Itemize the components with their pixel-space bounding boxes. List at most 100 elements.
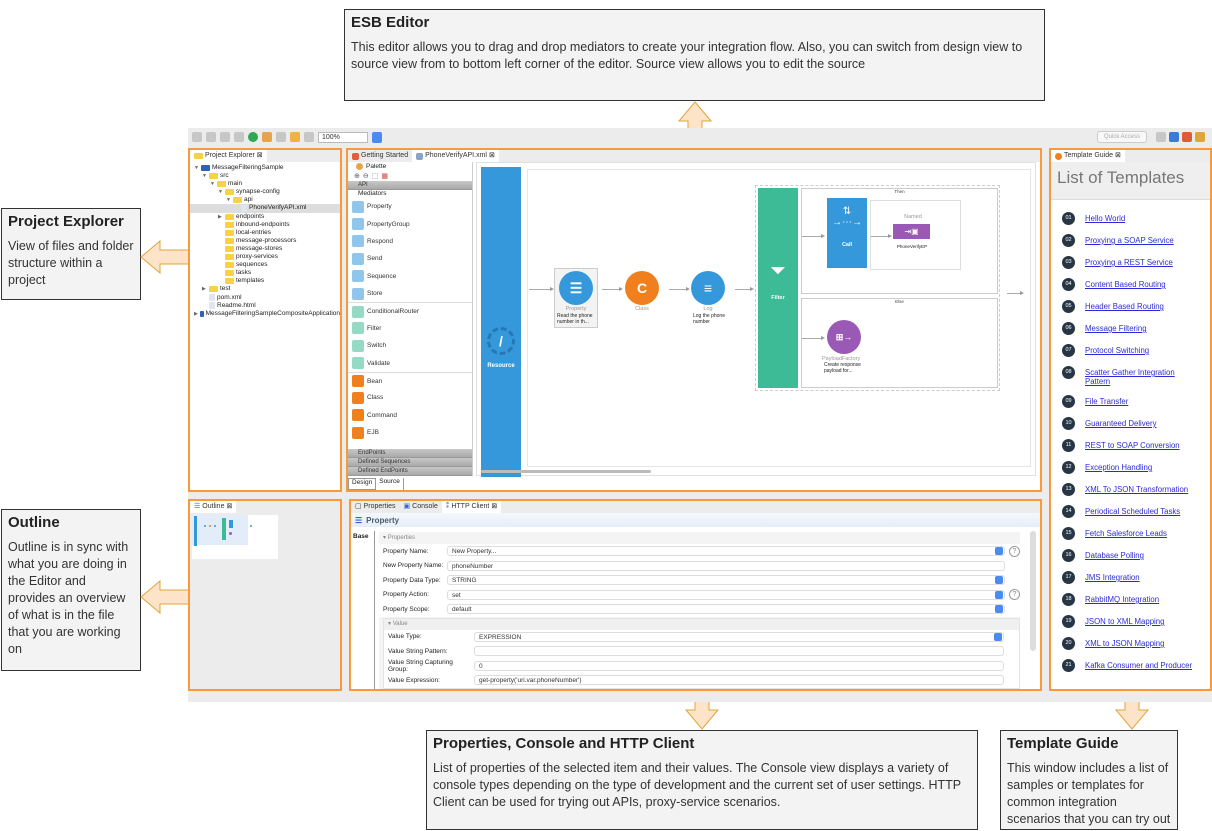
nav-icon[interactable] <box>276 132 286 142</box>
tree-item[interactable]: Readme.html <box>190 302 340 310</box>
zoom-out-icon[interactable]: ⊖ <box>363 172 369 180</box>
tab-source[interactable]: Source <box>376 478 404 490</box>
help-icon[interactable]: ? <box>1009 545 1020 557</box>
save-icon[interactable] <box>206 132 216 142</box>
template-link[interactable]: Scatter Gather Integration Pattern <box>1085 368 1202 386</box>
tab-base[interactable]: Base <box>351 531 375 689</box>
tab-project-explorer[interactable]: Project Explorer ⊠ <box>190 150 267 162</box>
template-link[interactable]: Message Filtering <box>1085 324 1147 333</box>
horizontal-scrollbar[interactable] <box>481 470 651 473</box>
field-input[interactable]: set <box>447 589 1005 600</box>
tree-item[interactable]: ▼ src <box>190 172 340 180</box>
field-input[interactable]: STRING <box>447 575 1005 586</box>
back-icon[interactable] <box>290 132 300 142</box>
template-link[interactable]: REST to SOAP Conversion <box>1085 441 1180 450</box>
palette-item-validate[interactable]: Validate <box>348 355 472 372</box>
expand-toggle[interactable]: ▶ <box>202 285 207 293</box>
tab-outline[interactable]: ☰ Outline ⊠ <box>190 501 237 513</box>
expand-toggle[interactable]: ▶ <box>218 213 223 221</box>
drawer-defined-endpoints[interactable]: Defined EndPoints <box>348 467 472 476</box>
design-canvas[interactable]: / Resource ☰ Property Read the phone num… <box>476 162 1036 477</box>
palette-item-send[interactable]: Send <box>348 250 472 267</box>
template-link[interactable]: Protocol Switching <box>1085 346 1149 355</box>
close-icon[interactable]: ⊠ <box>257 150 263 162</box>
field-input[interactable]: EXPRESSION <box>474 631 1004 642</box>
tab-getting-started[interactable]: Getting Started <box>348 150 412 162</box>
payloadfactory-node-icon[interactable]: ⊞→ <box>827 320 861 354</box>
tab-phoneverifyapi[interactable]: PhoneVerifyAPI.xml ⊠ <box>412 150 499 162</box>
tab-http-client[interactable]: ⁑ HTTP Client ⊠ <box>441 501 502 513</box>
template-link[interactable]: JMS Integration <box>1085 573 1140 582</box>
drawer-endpoints[interactable]: EndPoints <box>348 449 472 458</box>
property-node-icon[interactable]: ☰ <box>559 271 593 305</box>
tree-item[interactable]: ▶ MessageFilteringSampleCompositeApplicat… <box>190 310 340 318</box>
close-icon[interactable]: ⊠ <box>1115 150 1121 162</box>
tree-item[interactable]: sequences <box>190 261 340 269</box>
vertical-scrollbar[interactable] <box>1030 531 1036 651</box>
tab-template-guide[interactable]: Template Guide ⊠ <box>1051 150 1125 162</box>
palette-item-conditionalrouter[interactable]: ConditionalRouter <box>348 302 472 319</box>
tab-console[interactable]: ▣ Console <box>400 501 442 513</box>
esb-perspective-icon[interactable] <box>1169 132 1179 142</box>
tree-item[interactable]: ▶ endpoints <box>190 213 340 221</box>
template-link[interactable]: XML To JSON Transformation <box>1085 485 1188 494</box>
template-link[interactable]: Kafka Consumer and Producer <box>1085 661 1192 670</box>
rocket-icon[interactable] <box>1182 132 1192 142</box>
class-node-icon[interactable]: C <box>625 271 659 305</box>
value-section-header[interactable]: ▾ Value <box>384 619 1019 630</box>
field-input[interactable]: New Property... <box>447 546 1005 557</box>
palette-item-bean[interactable]: Bean <box>348 371 472 389</box>
palette-item-sequence[interactable]: Sequence <box>348 268 472 285</box>
template-link[interactable]: JSON to XML Mapping <box>1085 617 1164 626</box>
close-icon[interactable]: ⊠ <box>226 501 232 513</box>
palette-item-respond[interactable]: Respond <box>348 233 472 250</box>
field-input[interactable]: 0 <box>474 660 1004 671</box>
field-input[interactable]: get-property('uri.var.phoneNumber') <box>474 675 1004 686</box>
filter-node[interactable]: ⏷ Filter <box>758 188 798 388</box>
expand-toggle[interactable]: ▼ <box>194 164 199 172</box>
debug-perspective-icon[interactable] <box>1195 132 1205 142</box>
log-node-icon[interactable]: ≡ <box>691 271 725 305</box>
tool-icon[interactable] <box>262 132 272 142</box>
template-link[interactable]: Database Polling <box>1085 551 1144 560</box>
outline-thumbnail[interactable] <box>192 515 278 559</box>
palette-item-store[interactable]: Store <box>348 285 472 302</box>
run-icon[interactable] <box>248 132 258 142</box>
palette-item-property[interactable]: Property <box>348 198 472 215</box>
template-link[interactable]: XML to JSON Mapping <box>1085 639 1164 648</box>
tree-item[interactable]: message-processors <box>190 237 340 245</box>
close-icon[interactable]: ⊠ <box>491 501 497 513</box>
template-link[interactable]: RabbitMQ Integration <box>1085 595 1159 604</box>
template-link[interactable]: Hello World <box>1085 214 1125 223</box>
zoom-in-icon[interactable]: ⊕ <box>354 172 360 180</box>
tree-item[interactable]: ▶ test <box>190 285 340 293</box>
expand-toggle[interactable]: ▶ <box>194 310 198 318</box>
tree-item[interactable]: ▼ MessageFilteringSample <box>190 164 340 172</box>
palette-item-class[interactable]: Class <box>348 389 472 406</box>
drawer-api[interactable]: API <box>348 181 472 190</box>
field-input[interactable]: default <box>447 604 1005 615</box>
field-input[interactable]: phoneNumber <box>447 560 1005 571</box>
template-link[interactable]: Header Based Routing <box>1085 302 1164 311</box>
template-link[interactable]: Proxying a SOAP Service <box>1085 236 1174 245</box>
tab-design[interactable]: Design <box>348 478 377 490</box>
template-link[interactable]: Proxying a REST Service <box>1085 258 1173 267</box>
dropdown-icon[interactable] <box>995 590 1003 599</box>
drawer-mediators[interactable]: Mediators <box>348 190 472 198</box>
tree-item[interactable]: ▼ synapse-config <box>190 188 340 196</box>
zoom-dropdown-button[interactable] <box>372 131 382 143</box>
template-link[interactable]: Guaranteed Delivery <box>1085 419 1157 428</box>
template-link[interactable]: Exception Handling <box>1085 463 1152 472</box>
expand-toggle[interactable]: ▼ <box>202 172 207 180</box>
tree-item[interactable]: PhoneVerifyAPI.xml <box>190 204 340 213</box>
expand-toggle[interactable]: ▼ <box>226 196 231 204</box>
resource-node[interactable]: / Resource <box>481 167 521 477</box>
tree-item[interactable]: ▼ api <box>190 196 340 204</box>
call-node[interactable]: ⇅ →⋯→ Call <box>827 198 867 268</box>
tree-item[interactable]: proxy-services <box>190 253 340 261</box>
template-link[interactable]: File Transfer <box>1085 397 1128 406</box>
palette-header[interactable]: Palette <box>348 162 472 171</box>
tree-item[interactable]: message-stores <box>190 245 340 253</box>
palette-item-ejb[interactable]: EJB <box>348 424 472 441</box>
tree-item[interactable]: tasks <box>190 269 340 277</box>
